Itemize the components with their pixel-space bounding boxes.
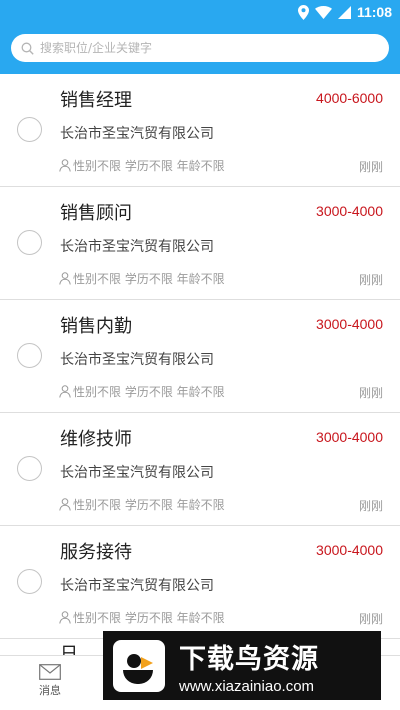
post-time: 刚刚 <box>358 273 383 287</box>
watermark-banner: 下载鸟资源 www.xiazainiao.com <box>103 631 381 700</box>
job-requirements: 性别不限 学历不限 年龄不限 <box>59 383 225 400</box>
select-radio[interactable] <box>17 343 42 368</box>
watermark-url: www.xiazainiao.com <box>179 677 315 695</box>
select-radio[interactable] <box>17 117 42 142</box>
company-name: 长治市圣宝汽贸有限公司 <box>60 465 214 481</box>
job-salary: 3000-4000 <box>316 542 383 558</box>
location-icon <box>297 4 309 20</box>
status-bar: 11:08 <box>0 0 400 26</box>
requirements-text: 性别不限 学历不限 年龄不限 <box>73 385 225 399</box>
post-time: 刚刚 <box>358 160 383 174</box>
job-requirements: 性别不限 学历不限 年龄不限 <box>59 609 225 626</box>
job-list: 销售经理 4000-6000 长治市圣宝汽贸有限公司 性别不限 学历不限 年龄不… <box>0 74 400 639</box>
search-bar[interactable] <box>11 34 389 62</box>
job-salary: 3000-4000 <box>316 316 383 332</box>
job-requirements: 性别不限 学历不限 年龄不限 <box>59 270 225 287</box>
company-name: 长治市圣宝汽贸有限公司 <box>60 578 214 594</box>
company-name: 长治市圣宝汽贸有限公司 <box>60 126 214 142</box>
person-icon <box>59 159 71 172</box>
search-input[interactable] <box>40 41 360 55</box>
app-header: 11:08 <box>0 0 400 74</box>
person-icon <box>59 498 71 511</box>
job-title: 维修技师 <box>60 429 132 450</box>
mail-icon <box>39 664 61 680</box>
job-salary: 3000-4000 <box>316 203 383 219</box>
job-title: 服务接待 <box>60 542 132 563</box>
watermark-title: 下载鸟资源 <box>179 643 319 675</box>
job-salary: 3000-4000 <box>316 429 383 445</box>
person-icon <box>59 385 71 398</box>
job-item[interactable]: 服务接待 3000-4000 长治市圣宝汽贸有限公司 性别不限 学历不限 年龄不… <box>0 526 400 639</box>
status-icons: 11:08 <box>297 4 392 20</box>
job-title: 销售经理 <box>60 90 132 111</box>
bird-logo-icon <box>113 639 165 692</box>
requirements-text: 性别不限 学历不限 年龄不限 <box>73 498 225 512</box>
person-icon <box>59 272 71 285</box>
job-item[interactable]: 销售顾问 3000-4000 长治市圣宝汽贸有限公司 性别不限 学历不限 年龄不… <box>0 187 400 300</box>
person-icon <box>59 611 71 624</box>
requirements-text: 性别不限 学历不限 年龄不限 <box>73 611 225 625</box>
job-requirements: 性别不限 学历不限 年龄不限 <box>59 496 225 513</box>
requirements-text: 性别不限 学历不限 年龄不限 <box>73 159 225 173</box>
status-time: 11:08 <box>356 4 392 20</box>
job-title: 销售内勤 <box>60 316 132 337</box>
watermark-text: 下载鸟资源 www.xiazainiao.com <box>179 637 319 695</box>
select-radio[interactable] <box>17 569 42 594</box>
select-radio[interactable] <box>17 456 42 481</box>
post-time: 刚刚 <box>358 499 383 513</box>
job-requirements: 性别不限 学历不限 年龄不限 <box>59 157 225 174</box>
job-item[interactable]: 维修技师 3000-4000 长治市圣宝汽贸有限公司 性别不限 学历不限 年龄不… <box>0 413 400 526</box>
job-salary: 4000-6000 <box>316 90 383 106</box>
tab-messages-label: 消息 <box>39 684 61 697</box>
select-radio[interactable] <box>17 230 42 255</box>
partial-job-title: 日 <box>60 644 78 656</box>
signal-icon <box>337 5 351 19</box>
tab-messages[interactable]: 消息 <box>30 664 70 698</box>
requirements-text: 性别不限 学历不限 年龄不限 <box>73 272 225 286</box>
post-time: 刚刚 <box>358 612 383 626</box>
wifi-icon <box>314 5 332 19</box>
search-icon <box>21 42 34 55</box>
job-item[interactable]: 销售经理 4000-6000 长治市圣宝汽贸有限公司 性别不限 学历不限 年龄不… <box>0 74 400 187</box>
job-title: 销售顾问 <box>60 203 132 224</box>
company-name: 长治市圣宝汽贸有限公司 <box>60 352 214 368</box>
job-item[interactable]: 销售内勤 3000-4000 长治市圣宝汽贸有限公司 性别不限 学历不限 年龄不… <box>0 300 400 413</box>
post-time: 刚刚 <box>358 386 383 400</box>
company-name: 长治市圣宝汽贸有限公司 <box>60 239 214 255</box>
